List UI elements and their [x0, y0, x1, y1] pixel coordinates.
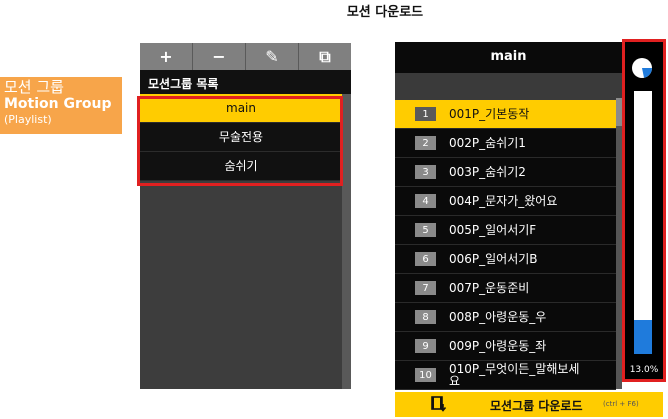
callout-english: Motion Group — [4, 96, 112, 112]
motion-label: 009P_아령운동_좌 — [449, 339, 547, 353]
add-group-button[interactable]: + — [140, 43, 193, 70]
group-list-header: 모션그룹 목록 — [140, 70, 351, 94]
motion-list-panel: main 1 001P_기본동작 2 002P_숨쉬기1 3 003P_숨쉬기2 40… — [395, 42, 622, 390]
motion-number: 7 — [415, 281, 436, 295]
group-list-highlight-frame — [137, 96, 343, 186]
motion-list: 1 001P_기본동작 2 002P_숨쉬기1 3 003P_숨쉬기2 4 004P_문… — [395, 100, 616, 390]
motion-row[interactable]: 5 005P_일어서기F — [395, 216, 616, 245]
group-list-scrollbar[interactable] — [342, 94, 351, 389]
motion-label: 002P_숨쉬기1 — [449, 136, 526, 150]
pie-progress-icon — [632, 58, 652, 78]
motion-row[interactable]: 3 003P_숨쉬기2 — [395, 158, 616, 187]
callout-sub: (Playlist) — [4, 113, 52, 126]
motion-number: 1 — [415, 107, 436, 121]
motion-row[interactable]: 6 006P_일어서기B — [395, 245, 616, 274]
motion-label: 004P_문자가_왔어요 — [449, 194, 558, 208]
motion-number: 2 — [415, 136, 436, 150]
motion-label: 006P_일어서기B — [449, 252, 538, 266]
edit-group-button[interactable]: ✎ — [246, 43, 299, 70]
shortcut-hint: (ctrl + F6) — [603, 400, 639, 408]
motion-group-panel: + − ✎ ⧉ 모션그룹 목록 main 무술전용 숨쉬기 — [140, 43, 351, 389]
motion-label: 005P_일어서기F — [449, 223, 537, 237]
download-icon — [431, 396, 447, 412]
motion-number: 10 — [415, 368, 436, 382]
motion-label: 003P_숨쉬기2 — [449, 165, 526, 179]
motion-row[interactable]: 4 004P_문자가_왔어요 — [395, 187, 616, 216]
motion-label: 010P_무엇이든_말해보세요 — [449, 362, 580, 388]
motion-number: 5 — [415, 223, 436, 237]
motion-row[interactable]: 2 002P_숨쉬기1 — [395, 129, 616, 158]
motion-number: 8 — [415, 310, 436, 324]
progress-fill — [634, 319, 652, 354]
motion-number: 3 — [415, 165, 436, 179]
callout-korean: 모션 그룹 — [4, 78, 64, 96]
progress-percent: 13.0% — [629, 365, 659, 375]
motion-number: 4 — [415, 194, 436, 208]
motion-label: 008P_아령운동_우 — [449, 310, 547, 324]
motion-label: 001P_기본동작 — [449, 107, 530, 121]
motion-row[interactable]: 10 010P_무엇이든_말해보세요 — [395, 361, 616, 390]
download-group-button[interactable]: 모션그룹 다운로드 (ctrl + F6) — [395, 392, 663, 417]
remove-group-button[interactable]: − — [193, 43, 246, 70]
motion-row[interactable]: 9 009P_아령운동_좌 — [395, 332, 616, 361]
download-progress-bar — [634, 91, 652, 354]
motion-list-header: main — [395, 42, 622, 73]
motion-list-spacer — [395, 73, 622, 98]
motion-label: 007P_운동준비 — [449, 281, 530, 295]
motion-row[interactable]: 1 001P_기본동작 — [395, 100, 616, 129]
page-title: 모션 다운로드 — [346, 5, 424, 20]
motion-group-callout: 모션 그룹 Motion Group (Playlist) — [0, 77, 122, 134]
motion-row[interactable]: 8 008P_아령운동_우 — [395, 303, 616, 332]
group-toolbar: + − ✎ ⧉ — [140, 43, 351, 70]
download-button-label: 모션그룹 다운로드 — [490, 399, 583, 413]
motion-row[interactable]: 7 007P_운동준비 — [395, 274, 616, 303]
copy-group-button[interactable]: ⧉ — [299, 43, 351, 70]
motion-number: 6 — [415, 252, 436, 266]
motion-number: 9 — [415, 339, 436, 353]
